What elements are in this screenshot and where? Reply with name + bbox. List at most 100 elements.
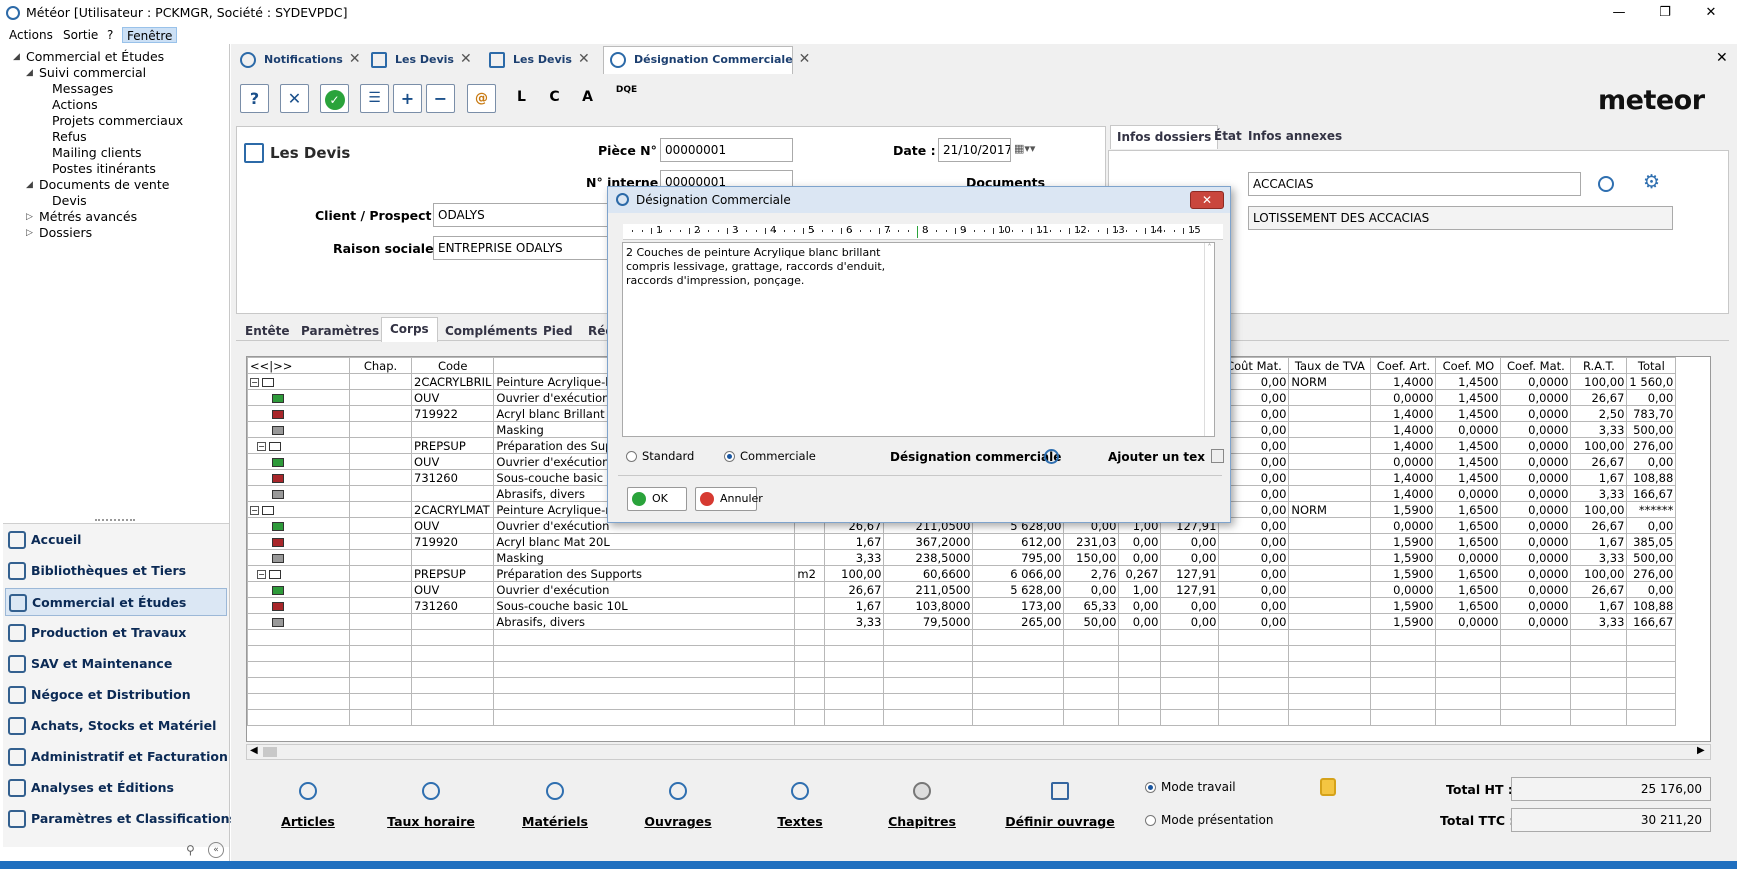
empty-cell[interactable] [883, 709, 974, 726]
empty-cell[interactable] [1626, 661, 1677, 678]
empty-cell[interactable] [247, 693, 350, 710]
module-nav-item[interactable]: Production et Travaux [5, 619, 227, 647]
tab-complements[interactable]: Compléments [437, 320, 545, 342]
empty-cell[interactable] [1435, 661, 1502, 678]
rat-cell[interactable]: 26,67 [1570, 581, 1628, 598]
collapse-icon[interactable]: − [250, 377, 259, 387]
c1-cell[interactable]: 1,4000 [1370, 373, 1437, 390]
row-icon-cell[interactable] [247, 389, 350, 406]
mt-cell[interactable]: 173,00 [972, 597, 1065, 614]
des-cell[interactable]: Sous-couche basic 10L [493, 597, 796, 614]
list-button[interactable]: ☰ [360, 84, 389, 113]
empty-cell[interactable] [1288, 709, 1372, 726]
remove-line-button[interactable]: − [426, 84, 455, 113]
cm-cell[interactable]: 0,00 [1218, 565, 1290, 582]
empty-cell[interactable] [1160, 693, 1220, 710]
empty-cell[interactable] [794, 661, 826, 678]
rat-cell[interactable]: 26,67 [1570, 517, 1628, 534]
empty-cell[interactable] [1118, 709, 1162, 726]
c3-cell[interactable]: 0,0000 [1500, 533, 1572, 550]
tab-infos-dossiers[interactable]: Infos dossiers [1110, 125, 1219, 149]
empty-cell[interactable] [1218, 645, 1290, 662]
row-icon-cell[interactable]: − [247, 565, 350, 582]
empty-cell[interactable] [1218, 629, 1290, 646]
horizontal-scrollbar[interactable]: ◀ ▶ [246, 744, 1711, 760]
tva-cell[interactable]: NORM [1288, 501, 1372, 518]
chap-cell[interactable] [349, 469, 412, 486]
q-cell[interactable]: 100,00 [824, 565, 885, 582]
empty-cell[interactable] [410, 645, 495, 662]
empty-cell[interactable] [794, 677, 826, 694]
c3-cell[interactable]: 0,0000 [1500, 437, 1572, 454]
validate-button[interactable]: ✓ [320, 84, 349, 113]
chap-cell[interactable] [349, 421, 412, 438]
tva-cell[interactable] [1288, 437, 1372, 454]
empty-cell[interactable] [1626, 709, 1677, 726]
row-icon-cell[interactable] [247, 453, 350, 470]
code-cell[interactable]: OUV [410, 453, 495, 470]
empty-cell[interactable] [247, 629, 350, 646]
search-dossier-icon[interactable] [1598, 176, 1614, 192]
table-row[interactable]: Masking 3,33 238,5000 795,00 150,00 0,00 0,00 0… [247, 549, 1677, 566]
empty-cell[interactable] [1063, 693, 1120, 710]
address-book-button[interactable]: @ [467, 84, 496, 113]
action-button[interactable]: Textes [745, 778, 855, 829]
c3-cell[interactable]: 0,0000 [1500, 485, 1572, 502]
c2-cell[interactable]: 1,6500 [1435, 597, 1502, 614]
tot-cell[interactable]: 276,00 [1626, 437, 1677, 454]
c3-cell[interactable]: 0,0000 [1500, 389, 1572, 406]
action-button[interactable]: Matériels [500, 778, 610, 829]
pin-icon[interactable]: ⚲ [186, 843, 195, 857]
rat-cell[interactable]: 1,67 [1570, 533, 1628, 550]
tot-cell[interactable]: 1 560,0 [1626, 373, 1677, 390]
c2-cell[interactable]: 1,4500 [1435, 373, 1502, 390]
add-l-button[interactable]: L [507, 84, 536, 113]
empty-cell[interactable] [1570, 661, 1628, 678]
row-icon-cell[interactable]: − [247, 373, 350, 390]
row-icon-cell[interactable] [247, 485, 350, 502]
tva-cell[interactable] [1288, 485, 1372, 502]
module-nav-item[interactable]: Paramètres et Classifications [5, 805, 237, 833]
c2-cell[interactable]: 1,4500 [1435, 405, 1502, 422]
row-icon-cell[interactable]: − [247, 501, 350, 518]
column-header[interactable]: Coef. Art. [1370, 357, 1437, 374]
ca-cell[interactable]: 150,00 [1063, 549, 1120, 566]
module-nav-item[interactable]: Achats, Stocks et Matériel [5, 712, 227, 740]
column-header[interactable]: Coef. Mat. [1500, 357, 1572, 374]
empty-cell[interactable] [824, 629, 885, 646]
empty-cell[interactable] [349, 677, 412, 694]
empty-cell[interactable] [410, 709, 495, 726]
standard-radio[interactable] [626, 451, 637, 462]
des-cell[interactable]: Abrasifs, divers [493, 613, 796, 630]
empty-cell[interactable] [1435, 629, 1502, 646]
close-tab-icon[interactable]: ✕ [460, 51, 472, 67]
tot-cell[interactable]: 385,05 [1626, 533, 1677, 550]
rat-cell[interactable]: 1,67 [1570, 469, 1628, 486]
tva-cell[interactable] [1288, 389, 1372, 406]
empty-cell[interactable] [1160, 629, 1220, 646]
des-cell[interactable]: Ouvrier d'exécution [493, 581, 796, 598]
c1-cell[interactable]: 0,0000 [1370, 517, 1437, 534]
empty-cell[interactable] [1218, 661, 1290, 678]
column-header[interactable]: Taux de TVA [1288, 357, 1372, 374]
code-cell[interactable] [410, 549, 495, 566]
empty-cell[interactable] [1218, 709, 1290, 726]
c3-cell[interactable]: 0,0000 [1500, 581, 1572, 598]
empty-cell[interactable] [1063, 709, 1120, 726]
cb-cell[interactable]: 0,00 [1118, 549, 1162, 566]
rat-cell[interactable]: 100,00 [1570, 373, 1628, 390]
collapsed-arrow-icon[interactable]: ▷ [26, 212, 33, 222]
cb-cell[interactable]: 0,00 [1118, 613, 1162, 630]
c1-cell[interactable]: 1,5900 [1370, 501, 1437, 518]
dqe-button[interactable]: DQE [612, 84, 641, 113]
empty-cell[interactable] [1288, 661, 1372, 678]
empty-cell[interactable] [1500, 693, 1572, 710]
rat-cell[interactable]: 3,33 [1570, 421, 1628, 438]
close-tab-icon[interactable]: ✕ [578, 51, 590, 67]
module-nav-item[interactable]: Négoce et Distribution [5, 681, 227, 709]
empty-cell[interactable] [1500, 709, 1572, 726]
rat-cell[interactable]: 100,00 [1570, 565, 1628, 582]
empty-cell[interactable] [493, 709, 796, 726]
c2-cell[interactable]: 1,6500 [1435, 501, 1502, 518]
tot-cell[interactable]: 0,00 [1626, 389, 1677, 406]
